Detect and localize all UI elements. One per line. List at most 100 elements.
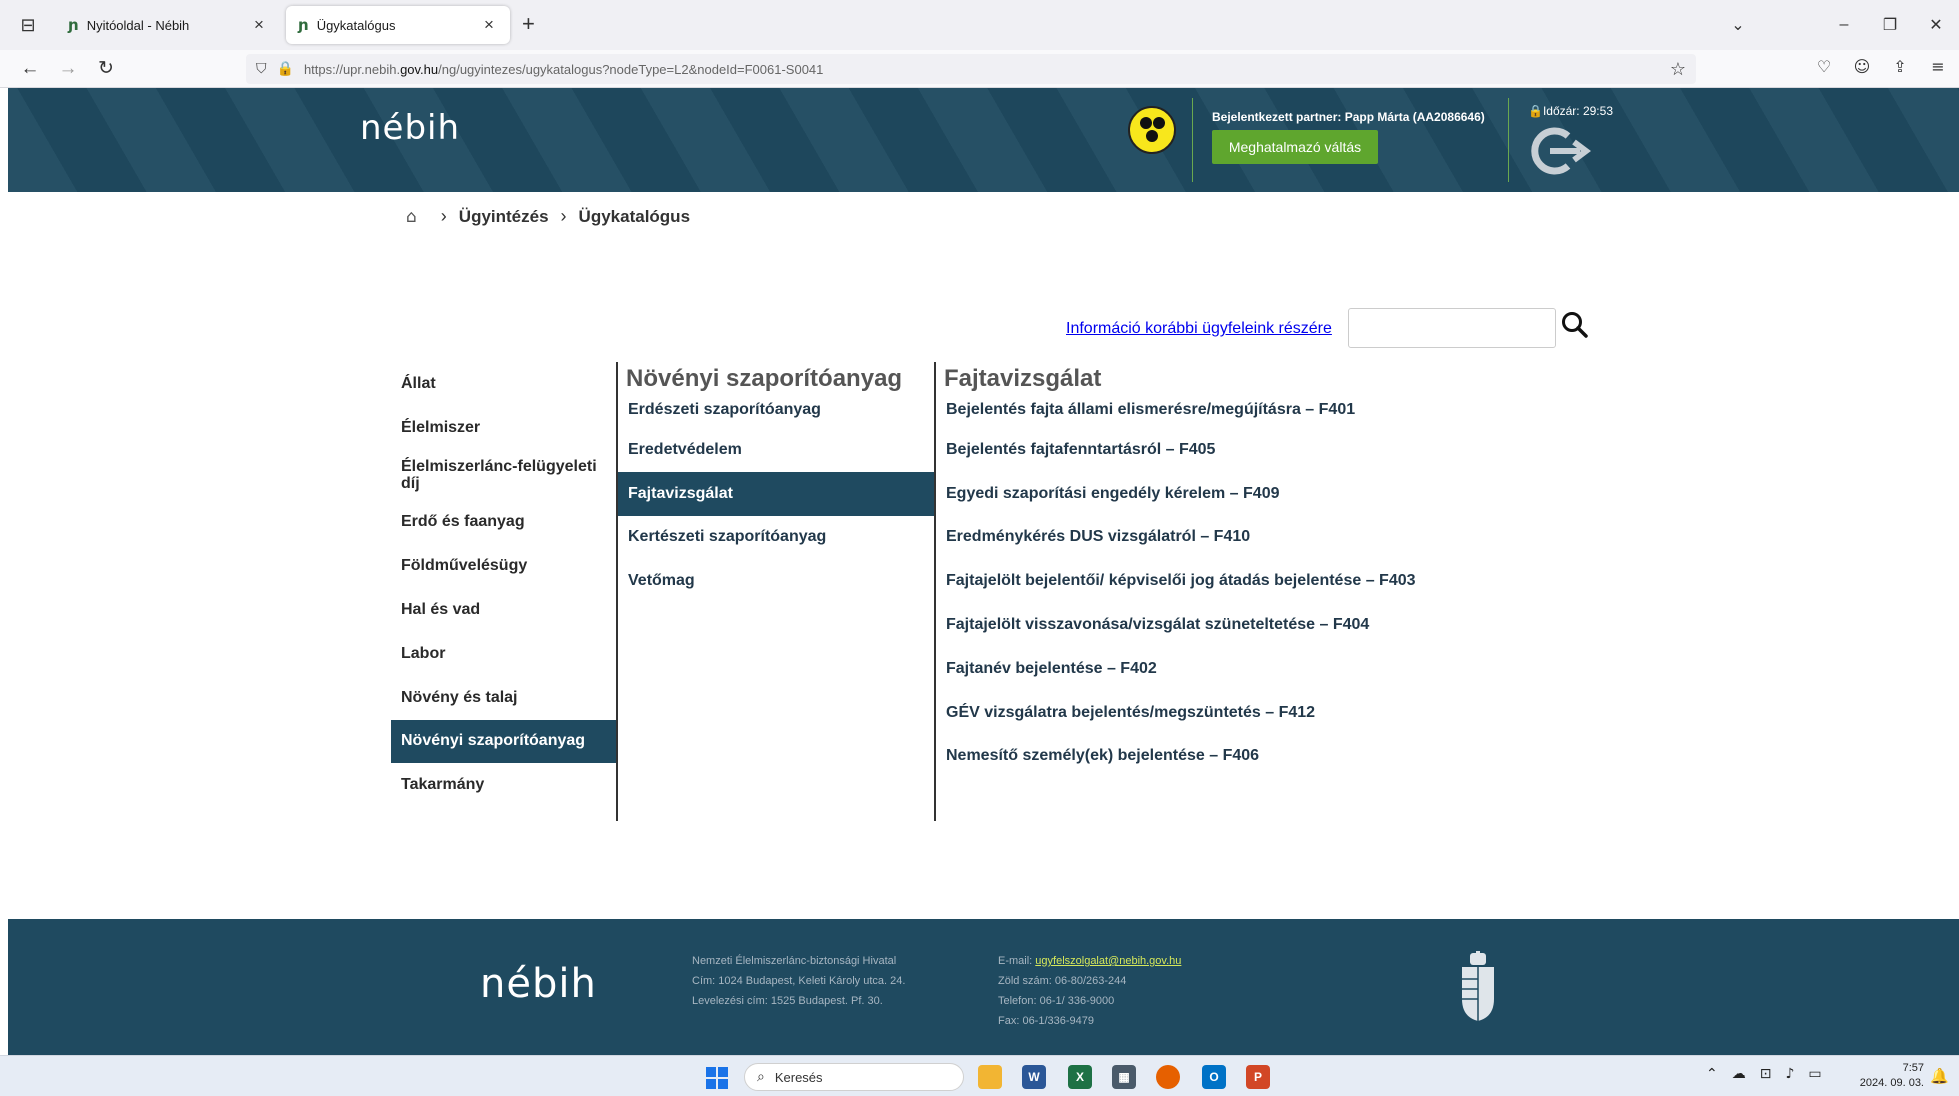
taskbar-search-label: Keresés xyxy=(774,1069,823,1085)
home-icon[interactable]: ⌂ xyxy=(406,207,417,227)
window-controls: ⌄ – ❐ ✕ xyxy=(1715,0,1959,50)
search-icon: ⌕ xyxy=(757,1069,765,1085)
word-icon[interactable]: W xyxy=(1022,1065,1046,1089)
subcategory-eredetvedelem[interactable]: Eredetvédelem xyxy=(618,428,934,472)
clock-time: 7:57 xyxy=(1902,1062,1924,1074)
subcategory-fajtavizsgalat[interactable]: Fajtavizsgálat xyxy=(618,471,934,516)
account-icon[interactable]: ☺ xyxy=(1851,57,1873,81)
breadcrumb-ugykatalogus[interactable]: Ügykatalógus xyxy=(579,207,690,227)
close-tab-icon[interactable]: × xyxy=(250,15,268,35)
taskbar-search[interactable]: ⌕ Keresés xyxy=(744,1063,964,1091)
subcategory-vetomag[interactable]: Vetőmag xyxy=(618,559,934,603)
site-footer: nébih Nemzeti Élelmiszerlánc-biztonsági … xyxy=(8,919,1959,1055)
footer-address: Cím: 1024 Budapest, Keleti Károly utca. … xyxy=(692,975,906,987)
pocket-icon[interactable]: ♡ xyxy=(1813,57,1835,81)
subcategory-heading: Növényi szaporítóanyag xyxy=(626,365,903,392)
category-takarmany[interactable]: Takarmány xyxy=(391,763,616,807)
new-tab-icon[interactable]: + xyxy=(522,12,535,36)
subcategory-erdeszeti[interactable]: Erdészeti szaporítóanyag xyxy=(618,392,934,428)
tray-chevron-up-icon[interactable]: ⌃ xyxy=(1706,1066,1718,1082)
procedure-f405[interactable]: Bejelentés fajtafenntartásról – F405 xyxy=(936,428,1656,472)
breadcrumb-ugyintezes[interactable]: Ügyintézés xyxy=(459,207,549,227)
procedure-f412[interactable]: GÉV vizsgálatra bejelentés/megszüntetés … xyxy=(936,691,1656,735)
footer-address-block: Nemzeti Élelmiszerlánc-biztonsági Hivata… xyxy=(692,951,905,1011)
tab-title: Ügykatalógus xyxy=(316,17,396,33)
switch-authorizer-button[interactable]: Meghatalmazó váltás xyxy=(1212,130,1378,164)
cloud-off-icon[interactable]: ☁ xyxy=(1732,1066,1746,1082)
category-erdo-faanyag[interactable]: Erdő és faanyag xyxy=(391,501,616,545)
tab-title: Nyitóoldal - Nébih xyxy=(86,17,190,33)
procedure-f406[interactable]: Nemesítő személy(ek) bejelentése – F406 xyxy=(936,735,1656,779)
minimize-icon[interactable]: – xyxy=(1821,16,1867,34)
back-icon[interactable]: ← xyxy=(18,57,42,81)
category-list: Állat Élelmiszer Élelmiszerlánc-felügyel… xyxy=(391,362,618,821)
clock-date: 2024. 09. 03. xyxy=(1859,1077,1924,1089)
subcategory-list: Növényi szaporítóanyag Erdészeti szaporí… xyxy=(618,362,936,821)
url-bar[interactable]: ⛉ 🔒 https://upr.nebih.gov.hu/ng/ugyintez… xyxy=(246,54,1696,84)
footer-org-name: Nemzeti Élelmiszerlánc-biztonsági Hivata… xyxy=(692,955,897,967)
browser-nav-bar: ← → ↻ ⛉ 🔒 https://upr.nebih.gov.hu/ng/ug… xyxy=(0,50,1959,88)
windows-start-icon[interactable] xyxy=(706,1067,728,1089)
url-text: https://upr.nebih.gov.hu/ng/ugyintezes/u… xyxy=(303,61,824,77)
bookmark-star-icon[interactable]: ☆ xyxy=(1670,59,1686,80)
network-icon[interactable]: ⊡ xyxy=(1760,1066,1772,1082)
lock-icon[interactable]: 🔒 xyxy=(277,61,294,77)
extensions-icon[interactable]: ⇪ xyxy=(1889,57,1911,81)
category-allat[interactable]: Állat xyxy=(391,362,616,406)
nebih-favicon-icon: ɲ xyxy=(68,16,79,34)
footer-green-number: Zöld szám: 06-80/263-244 xyxy=(998,975,1127,987)
subcategory-kerteszeti[interactable]: Kertészeti szaporítóanyag xyxy=(618,516,934,560)
procedure-f401[interactable]: Bejelentés fajta állami elismerésre/megú… xyxy=(936,392,1656,428)
tab-list-icon[interactable]: ⊟ xyxy=(16,13,40,37)
chevron-right-icon: › xyxy=(440,206,447,226)
procedure-f403[interactable]: Fajtajelölt bejelentői/ képviselői jog á… xyxy=(936,559,1656,603)
procedure-f402[interactable]: Fajtanév bejelentése – F402 xyxy=(936,647,1656,691)
procedure-f404[interactable]: Fajtajelölt visszavonása/vizsgálat szüne… xyxy=(936,603,1656,647)
calculator-icon[interactable]: ▦ xyxy=(1112,1065,1136,1089)
close-window-icon[interactable]: ✕ xyxy=(1913,15,1959,35)
restore-icon[interactable]: ❐ xyxy=(1867,15,1913,35)
firefox-icon[interactable] xyxy=(1156,1065,1180,1089)
category-foldmuvelesugy[interactable]: Földművelésügy xyxy=(391,544,616,588)
powerpoint-icon[interactable]: P xyxy=(1246,1065,1270,1089)
footer-phone: Telefon: 06-1/ 336-9000 xyxy=(998,995,1115,1007)
accessibility-icon[interactable] xyxy=(1128,106,1176,154)
file-explorer-icon[interactable] xyxy=(978,1065,1002,1089)
reload-icon[interactable]: ↻ xyxy=(94,57,118,81)
outlook-icon[interactable]: O xyxy=(1202,1065,1226,1089)
category-novenyi-szaporitoanyag[interactable]: Növényi szaporítóanyag xyxy=(391,719,616,764)
category-elelmiszerlanc-dij[interactable]: Élelmiszerlánc-felügyeleti díj xyxy=(391,450,616,501)
close-tab-icon[interactable]: × xyxy=(480,15,498,35)
footer-logo: nébih xyxy=(480,961,597,1007)
search-icon[interactable] xyxy=(1560,310,1590,340)
category-noveny-talaj[interactable]: Növény és talaj xyxy=(391,676,616,720)
procedure-f409[interactable]: Egyedi szaporítási engedély kérelem – F4… xyxy=(936,472,1656,516)
forward-icon[interactable]: → xyxy=(56,57,80,81)
tab-ugykatalogus[interactable]: ɲ Ügykatalógus × xyxy=(286,6,510,44)
os-taskbar: ⌕ Keresés W X ▦ O P ⌃ ☁ ⊡ ♪ ▭ 7:57 2024.… xyxy=(0,1055,1959,1096)
excel-icon[interactable]: X xyxy=(1068,1065,1092,1089)
search-input[interactable] xyxy=(1348,308,1556,348)
taskbar-clock[interactable]: 7:57 2024. 09. 03. xyxy=(1852,1061,1924,1091)
footer-email-line: E-mail: ugyfelszolgalat@nebih.gov.hu xyxy=(998,955,1182,967)
battery-icon[interactable]: ▭ xyxy=(1808,1066,1821,1082)
notification-bell-icon[interactable]: 🔔 xyxy=(1930,1067,1949,1085)
category-elelmiszer[interactable]: Élelmiszer xyxy=(391,406,616,450)
shield-icon[interactable]: ⛉ xyxy=(256,61,267,77)
menu-icon[interactable]: ≡ xyxy=(1927,57,1949,81)
logout-icon[interactable] xyxy=(1528,124,1594,178)
site-header: nébih Bejelentkezett partner: Papp Márta… xyxy=(8,88,1959,192)
session-timer: 🔒Időzár: 29:53 xyxy=(1528,104,1613,118)
category-labor[interactable]: Labor xyxy=(391,632,616,676)
category-hal-vad[interactable]: Hal és vad xyxy=(391,588,616,632)
procedure-f410[interactable]: Eredménykérés DUS vizsgálatról – F410 xyxy=(936,516,1656,560)
tab-nyitooldal[interactable]: ɲ Nyitóoldal - Nébih × xyxy=(56,6,280,44)
previous-clients-info-link[interactable]: Információ korábbi ügyfeleink részére xyxy=(1066,320,1332,338)
footer-email-link[interactable]: ugyfelszolgalat@nebih.gov.hu xyxy=(1035,955,1181,967)
browser-tab-bar: ⊟ ɲ Nyitóoldal - Nébih × ɲ Ügykatalógus … xyxy=(0,0,1959,50)
tab-overflow-chevron-icon[interactable]: ⌄ xyxy=(1715,15,1761,35)
volume-icon[interactable]: ♪ xyxy=(1785,1066,1794,1082)
footer-postal: Levelezési cím: 1525 Budapest. Pf. 30. xyxy=(692,995,883,1007)
nebih-logo[interactable]: nébih xyxy=(360,108,460,148)
logged-in-partner: Bejelentkezett partner: Papp Márta (AA20… xyxy=(1212,110,1485,124)
